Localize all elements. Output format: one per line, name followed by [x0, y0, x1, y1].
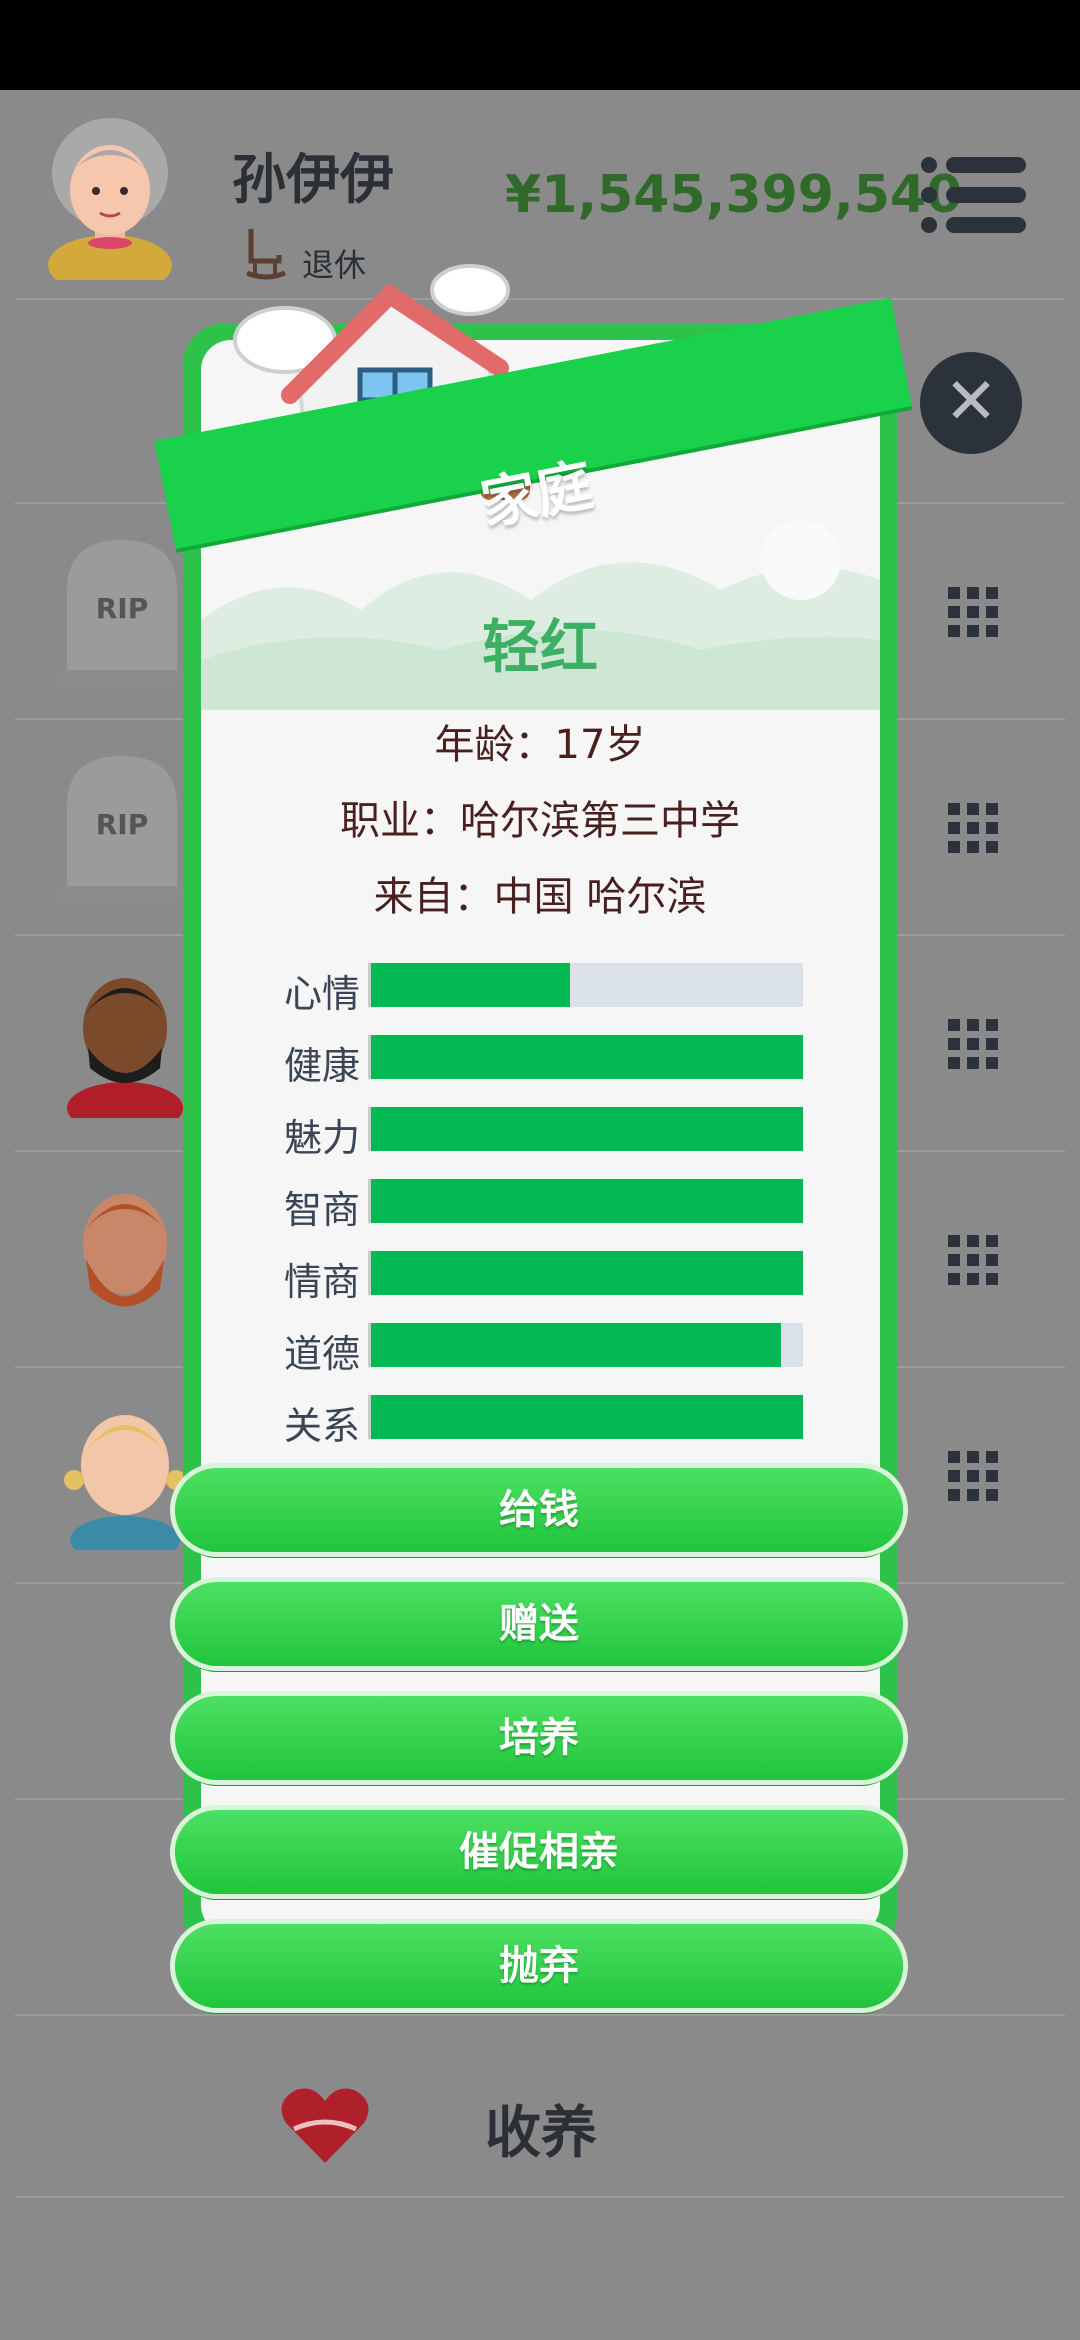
options-grid-icon[interactable] — [948, 1235, 998, 1285]
member-origin: 来自：中国 哈尔滨 — [373, 874, 707, 920]
stat-bar-health — [368, 1035, 803, 1079]
options-grid-icon[interactable] — [948, 1451, 998, 1501]
close-icon: ✕ — [944, 365, 998, 439]
stat-fill — [371, 1251, 803, 1295]
stat-bar-morality — [368, 1323, 803, 1367]
stat-label-eq: 情商 — [283, 1260, 360, 1304]
adopt-label[interactable]: 收养 — [485, 2088, 597, 2169]
family-member-avatar[interactable] — [60, 968, 190, 1118]
stat-bar-charm — [368, 1107, 803, 1151]
member-name: 轻红 — [481, 613, 598, 681]
status-bar — [0, 0, 1080, 90]
member-occupation: 职业：哈尔滨第三中学 — [340, 798, 740, 844]
nurture-button[interactable]: 培养 — [175, 1696, 903, 1780]
stat-bar-eq — [368, 1251, 803, 1295]
stat-fill — [371, 963, 570, 1007]
stat-label-relationship: 关系 — [283, 1404, 360, 1448]
stat-bar-mood — [368, 963, 803, 1007]
player-name: 孙伊伊 — [232, 148, 394, 211]
options-grid-icon[interactable] — [948, 1019, 998, 1069]
player-avatar — [48, 118, 172, 280]
money-balance: ¥1,545,399,540 — [505, 165, 963, 225]
stat-fill — [371, 1179, 803, 1223]
member-age: 年龄：17岁 — [434, 722, 646, 768]
stat-label-morality: 道德 — [283, 1332, 360, 1376]
stat-bar-relationship — [368, 1395, 803, 1439]
stat-label-health: 健康 — [283, 1044, 360, 1088]
stat-label-iq: 智商 — [283, 1188, 360, 1232]
urge-blind-date-button[interactable]: 催促相亲 — [175, 1810, 903, 1894]
family-member-avatar[interactable] — [60, 1184, 190, 1334]
stat-fill — [371, 1035, 803, 1079]
stat-fill — [371, 1107, 803, 1151]
stat-fill — [371, 1323, 782, 1367]
stat-bar-iq — [368, 1179, 803, 1223]
give-money-button[interactable]: 给钱 — [175, 1468, 903, 1552]
family-member-avatar[interactable] — [60, 1400, 190, 1550]
menu-icon[interactable] — [920, 155, 1030, 235]
divider — [15, 2196, 1065, 2198]
gift-button[interactable]: 赠送 — [175, 1582, 903, 1666]
heart-hands-icon[interactable] — [280, 2085, 370, 2165]
stat-label-mood: 心情 — [283, 972, 360, 1016]
stat-fill — [371, 1395, 803, 1439]
divider — [15, 2014, 1065, 2016]
close-button[interactable]: ✕ — [920, 352, 1022, 454]
stat-label-charm: 魅力 — [283, 1116, 360, 1160]
abandon-button[interactable]: 抛弃 — [175, 1924, 903, 2008]
